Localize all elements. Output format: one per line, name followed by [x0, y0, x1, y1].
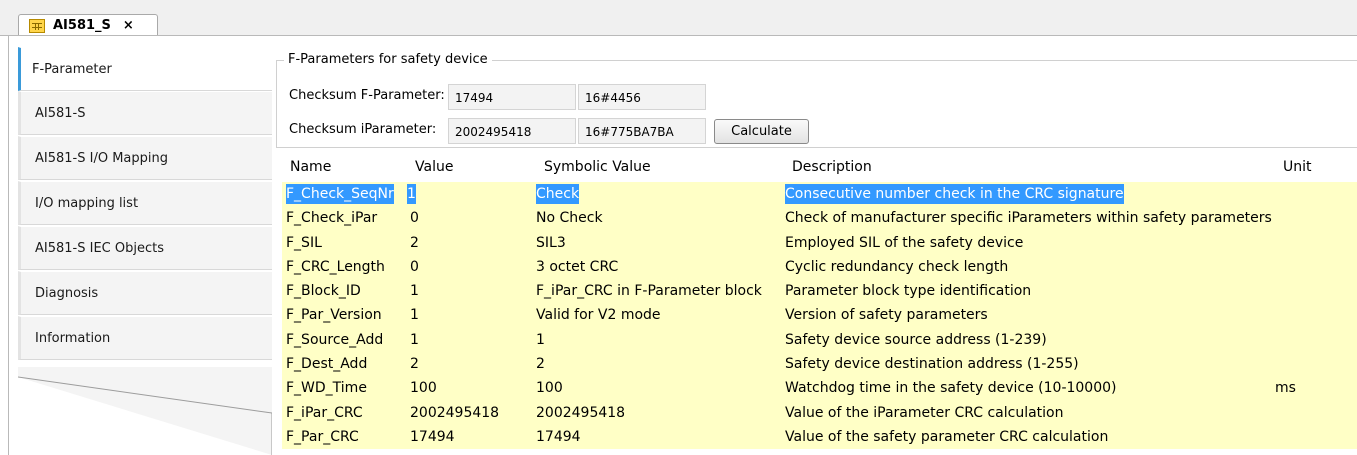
table-row[interactable]: F_Check_SeqNr 1 Check Consecutive number… [282, 182, 1357, 207]
cell-name: F_iPar_CRC [286, 404, 363, 421]
left-border [8, 36, 9, 455]
sidebar-item-label: AI581-S I/O Mapping [35, 150, 168, 166]
checksum-i-label: Checksum iParameter: [289, 122, 437, 137]
sidebar-item-f-parameter[interactable]: F-Parameter [18, 47, 272, 91]
sidebar-item-label: AI581-S IEC Objects [35, 240, 164, 256]
cell-description: Check of manufacturer specific iParamete… [785, 210, 1272, 227]
table-row[interactable]: F_WD_Time 100 100 Watchdog time in the s… [282, 376, 1357, 401]
cell-symbolic-value: 3 octet CRC [536, 258, 619, 275]
cell-value: 0 [410, 210, 419, 227]
cell-description: Parameter block type identification [785, 283, 1032, 300]
cell-description: Watchdog time in the safety device (10-1… [785, 380, 1117, 397]
table-row[interactable]: F_Dest_Add 2 2 Safety device destination… [282, 352, 1357, 377]
table-row[interactable]: F_Check_iPar 0 No Check Check of manufac… [282, 206, 1357, 231]
cell-symbolic-value: No Check [536, 210, 603, 227]
sidebar-item-io-mapping[interactable]: AI581-S I/O Mapping [18, 136, 272, 180]
cell-description: Version of safety parameters [785, 307, 988, 324]
cell-name: F_Check_iPar [286, 210, 378, 227]
checksum-f-dec-field: 17494 [448, 84, 576, 110]
checksum-i-hex-field: 16#775BA7BA [578, 118, 706, 144]
table-row[interactable]: F_iPar_CRC 2002495418 2002495418 Value o… [282, 400, 1357, 425]
cell-symbolic-value: Check [536, 184, 580, 204]
checksum-i-dec-field: 2002495418 [448, 118, 576, 144]
table-row[interactable]: F_Source_Add 1 1 Safety device source ad… [282, 327, 1357, 353]
cell-value: 1 [407, 184, 416, 204]
cell-description: Employed SIL of the safety device [785, 234, 1024, 251]
cell-value: 2002495418 [410, 404, 500, 421]
cell-symbolic-value: SIL3 [536, 234, 566, 251]
sidebar-item-iec-objects[interactable]: AI581-S IEC Objects [18, 226, 272, 270]
table-row[interactable]: F_Par_CRC 17494 17494 Value of the safet… [282, 424, 1357, 450]
cell-symbolic-value: 100 [536, 380, 563, 397]
table-header: Name Value Symbolic Value Description Un… [282, 154, 1357, 182]
cell-symbolic-value: 2002495418 [536, 404, 626, 421]
table-row[interactable]: F_Par_Version 1 Valid for V2 mode Versio… [282, 303, 1357, 328]
f-parameter-table: Name Value Symbolic Value Description Un… [282, 154, 1357, 450]
editor-tab-title: AI581_S [53, 18, 111, 33]
cell-description: Value of the safety parameter CRC calcul… [785, 428, 1109, 445]
cell-name: F_Dest_Add [286, 356, 368, 373]
cell-symbolic-value: 17494 [536, 428, 581, 445]
table-row[interactable]: F_Block_ID 1 F_iPar_CRC in F-Parameter b… [282, 279, 1357, 304]
cell-name: F_SIL [286, 234, 322, 251]
cell-name: F_Par_CRC [286, 428, 359, 445]
cell-symbolic-value: Valid for V2 mode [536, 307, 661, 324]
sidebar-item-label: Diagnosis [35, 285, 99, 301]
cell-value: 1 [410, 307, 419, 324]
column-header-unit[interactable]: Unit [1283, 159, 1312, 175]
checksum-f-label: Checksum F-Parameter: [289, 88, 445, 103]
cell-value: 0 [410, 258, 419, 275]
cell-value: 1 [410, 283, 419, 300]
sidebar-item-ai581-s[interactable]: AI581-S [18, 91, 272, 135]
editor-tab-strip: AI581_S × [0, 0, 1357, 36]
column-header-symbolic-value[interactable]: Symbolic Value [544, 159, 651, 175]
cell-value: 2 [410, 234, 419, 251]
cell-symbolic-value: 2 [536, 356, 545, 373]
sidebar-item-label: I/O mapping list [35, 195, 139, 211]
column-header-name[interactable]: Name [290, 159, 331, 175]
sidebar-item-information[interactable]: Information [18, 316, 272, 360]
sidebar-item-diagnosis[interactable]: Diagnosis [18, 271, 272, 315]
table-row[interactable]: F_CRC_Length 0 3 octet CRC Cyclic redund… [282, 254, 1357, 280]
cell-symbolic-value: 1 [536, 331, 545, 348]
cell-value: 1 [410, 331, 419, 348]
device-table-icon [29, 18, 45, 33]
column-header-description[interactable]: Description [792, 159, 872, 175]
checksum-f-hex-field: 16#4456 [578, 84, 706, 110]
table-row[interactable]: F_SIL 2 SIL3 Employed SIL of the safety … [282, 230, 1357, 255]
group-title: F-Parameters for safety device [284, 52, 492, 67]
sidebar-item-label: Information [35, 330, 111, 346]
column-header-value[interactable]: Value [415, 159, 453, 175]
cell-unit: ms [1275, 380, 1296, 397]
editor-tab[interactable]: AI581_S × [18, 14, 158, 36]
cell-name: F_Block_ID [286, 283, 361, 300]
sidebar-item-label: AI581-S [35, 105, 86, 121]
cell-value: 17494 [410, 428, 455, 445]
cell-value: 2 [410, 356, 419, 373]
sidebar-item-io-mapping-list[interactable]: I/O mapping list [18, 181, 272, 225]
cell-name: F_CRC_Length [286, 258, 385, 275]
cell-name: F_Check_SeqNr [286, 184, 394, 204]
sidebar-item-label: F-Parameter [32, 61, 112, 77]
sidebar-tab-list-end [18, 367, 272, 455]
cell-name: F_Par_Version [286, 307, 382, 324]
cell-name: F_WD_Time [286, 380, 367, 397]
cell-description: Safety device source address (1-239) [785, 331, 1047, 348]
cell-description: Safety device destination address (1-255… [785, 356, 1079, 373]
cell-symbolic-value: F_iPar_CRC in F-Parameter block [536, 283, 762, 300]
close-icon[interactable]: × [123, 18, 134, 33]
cell-name: F_Source_Add [286, 331, 384, 348]
cell-value: 100 [410, 380, 437, 397]
f-parameters-group [276, 60, 1357, 148]
calculate-button[interactable]: Calculate [714, 119, 809, 144]
cell-description: Cyclic redundancy check length [785, 258, 1009, 275]
cell-description: Value of the iParameter CRC calculation [785, 404, 1064, 421]
cell-description: Consecutive number check in the CRC sign… [785, 184, 1124, 204]
